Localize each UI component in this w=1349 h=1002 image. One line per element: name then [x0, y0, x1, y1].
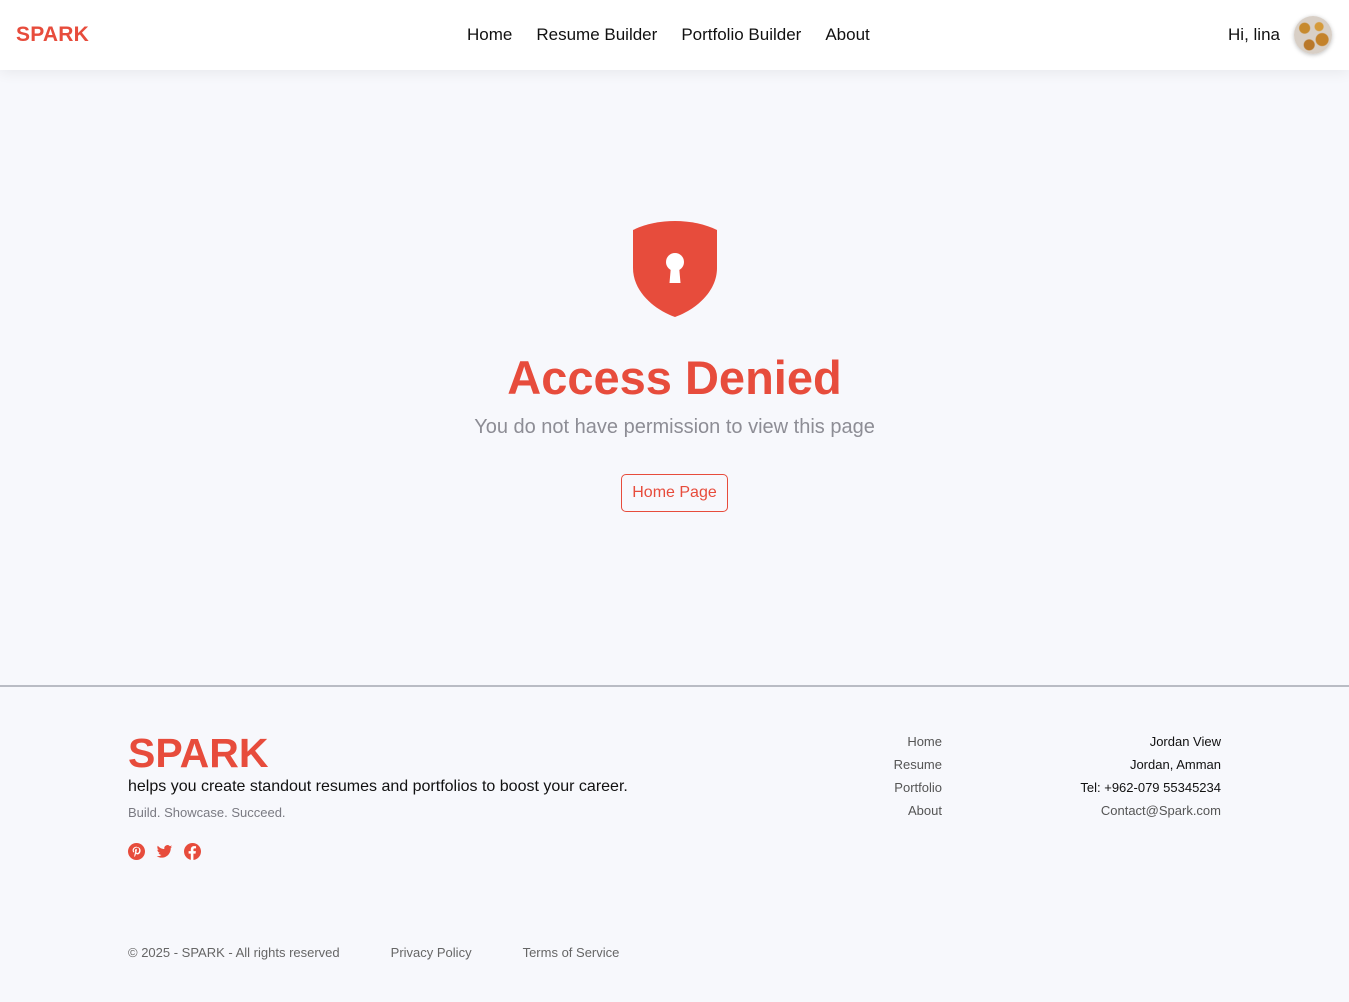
- footer-bottom-bar: © 2025 - SPARK - All rights reserved Pri…: [128, 945, 619, 960]
- contact-phone: Tel: +962-079 55345234: [1080, 780, 1221, 795]
- nav-portfolio-builder[interactable]: Portfolio Builder: [681, 25, 801, 45]
- footer-link-resume[interactable]: Resume: [894, 756, 942, 773]
- home-page-button[interactable]: Home Page: [621, 474, 728, 512]
- avatar[interactable]: [1294, 16, 1332, 54]
- footer-link-portfolio[interactable]: Portfolio: [894, 779, 942, 796]
- nav-about[interactable]: About: [825, 25, 869, 45]
- footer-link-about[interactable]: About: [894, 802, 942, 819]
- user-greeting: Hi, lina: [1228, 25, 1280, 44]
- footer-links: Home Resume Portfolio About: [894, 733, 942, 819]
- copyright-text: © 2025 - SPARK - All rights reserved: [128, 945, 340, 960]
- nav-resume-builder[interactable]: Resume Builder: [536, 25, 657, 45]
- main-nav: Home Resume Builder Portfolio Builder Ab…: [467, 25, 870, 45]
- twitter-icon[interactable]: [156, 843, 173, 860]
- contact-address-line2: Jordan, Amman: [1129, 757, 1221, 772]
- footer-link-home[interactable]: Home: [894, 733, 942, 750]
- footer-divider: [0, 685, 1349, 687]
- facebook-icon[interactable]: [184, 843, 201, 860]
- terms-of-service-link[interactable]: Terms of Service: [523, 945, 620, 960]
- footer-tagline: helps you create standout resumes and po…: [128, 778, 628, 795]
- footer-brand: SPARK: [128, 730, 269, 776]
- brand-logo[interactable]: SPARK: [16, 23, 89, 47]
- nav-home[interactable]: Home: [467, 25, 512, 45]
- social-links: [128, 843, 201, 860]
- page-subtitle: You do not have permission to view this …: [474, 416, 875, 438]
- contact-email[interactable]: Contact@Spark.com: [1080, 802, 1221, 819]
- footer-contact: Jordan View Jordan, Amman Tel: +962-079 …: [1080, 733, 1221, 819]
- shield-lock-icon: [633, 221, 717, 317]
- page-title: Access Denied: [507, 351, 842, 404]
- pinterest-icon[interactable]: [128, 843, 145, 860]
- footer-motto: Build. Showcase. Succeed.: [128, 805, 286, 820]
- top-navbar: SPARK Home Resume Builder Portfolio Buil…: [0, 0, 1349, 70]
- privacy-policy-link[interactable]: Privacy Policy: [391, 945, 472, 960]
- contact-address-line1: Jordan View: [1149, 734, 1221, 749]
